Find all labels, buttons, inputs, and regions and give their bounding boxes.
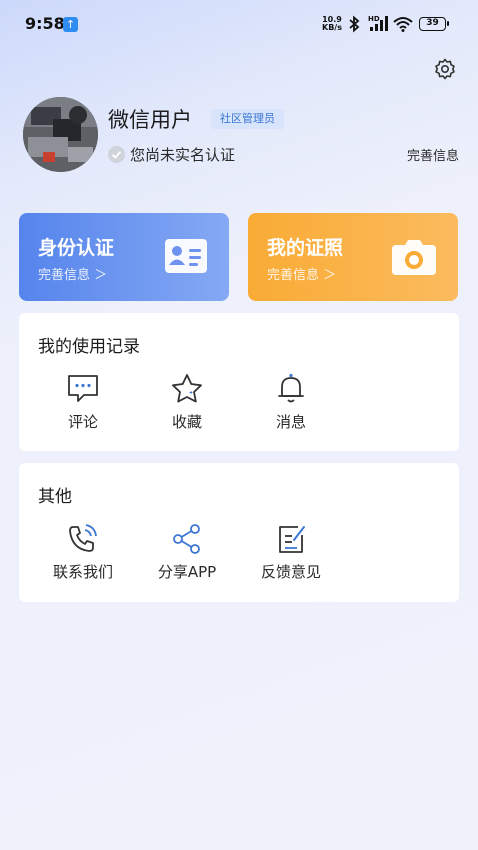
network-speed-unit: KB/s: [322, 23, 342, 32]
contact-us-label: 联系我们: [52, 563, 113, 581]
status-time: 9:58: [25, 14, 65, 33]
camera-icon: [392, 240, 436, 275]
verify-status[interactable]: 您尚未实名认证: [108, 144, 235, 164]
license-card-title: 我的证照: [267, 237, 344, 259]
share-app-label: 分享APP: [157, 563, 217, 581]
id-card-icon: [165, 239, 207, 273]
bluetooth-icon: [349, 15, 360, 33]
identity-card-title: 身份认证: [38, 237, 115, 259]
identity-card-subtitle: 完善信息 ＞: [38, 268, 108, 283]
status-bar: 9:58 ↑ 10.9 KB/s HD 39: [0, 0, 478, 50]
share-app-button[interactable]: 分享APP: [147, 523, 227, 582]
verify-status-text: 您尚未实名认证: [130, 145, 236, 164]
messages-button[interactable]: 消息: [251, 373, 331, 432]
my-license-card[interactable]: 我的证照 完善信息 ＞: [248, 213, 458, 301]
bell-icon: [278, 373, 304, 403]
network-speed: 10.9 KB/s: [322, 16, 342, 32]
messages-label: 消息: [275, 413, 306, 431]
verified-badge-icon: [108, 145, 125, 163]
comments-button[interactable]: 评论: [43, 373, 123, 432]
star-icon: [172, 374, 202, 403]
avatar-photo: [23, 97, 98, 172]
feedback-button[interactable]: 反馈意见: [251, 523, 331, 582]
comments-label: 评论: [67, 413, 98, 431]
battery-indicator: 39: [419, 17, 449, 31]
usage-records-title: 我的使用记录: [38, 337, 140, 357]
feedback-icon: [279, 526, 305, 553]
license-card-subtitle: 完善信息 ＞: [267, 268, 337, 283]
avatar[interactable]: [23, 97, 98, 172]
complete-info-link[interactable]: 完善信息: [407, 145, 459, 164]
comment-icon: [68, 375, 98, 402]
feedback-label: 反馈意见: [260, 563, 321, 581]
upload-icon: ↑: [63, 17, 78, 32]
other-panel: 其他 联系我们 分享APP 反馈意见: [19, 463, 459, 602]
gear-icon[interactable]: [433, 57, 457, 81]
wifi-icon: [393, 17, 413, 32]
role-badge: 社区管理员: [211, 109, 284, 129]
identity-verification-card[interactable]: 身份认证 完善信息 ＞: [19, 213, 229, 301]
share-icon: [173, 524, 200, 554]
favorites-label: 收藏: [171, 413, 202, 431]
user-name: 微信用户: [108, 108, 192, 132]
signal-icon: HD: [368, 15, 388, 31]
favorites-button[interactable]: 收藏: [147, 373, 227, 432]
usage-records-panel: 我的使用记录 评论 收藏 消息: [19, 313, 459, 451]
signal-hd-label: HD: [368, 15, 380, 23]
phone-icon: [69, 524, 97, 552]
other-title: 其他: [38, 487, 72, 507]
contact-us-button[interactable]: 联系我们: [43, 523, 123, 582]
